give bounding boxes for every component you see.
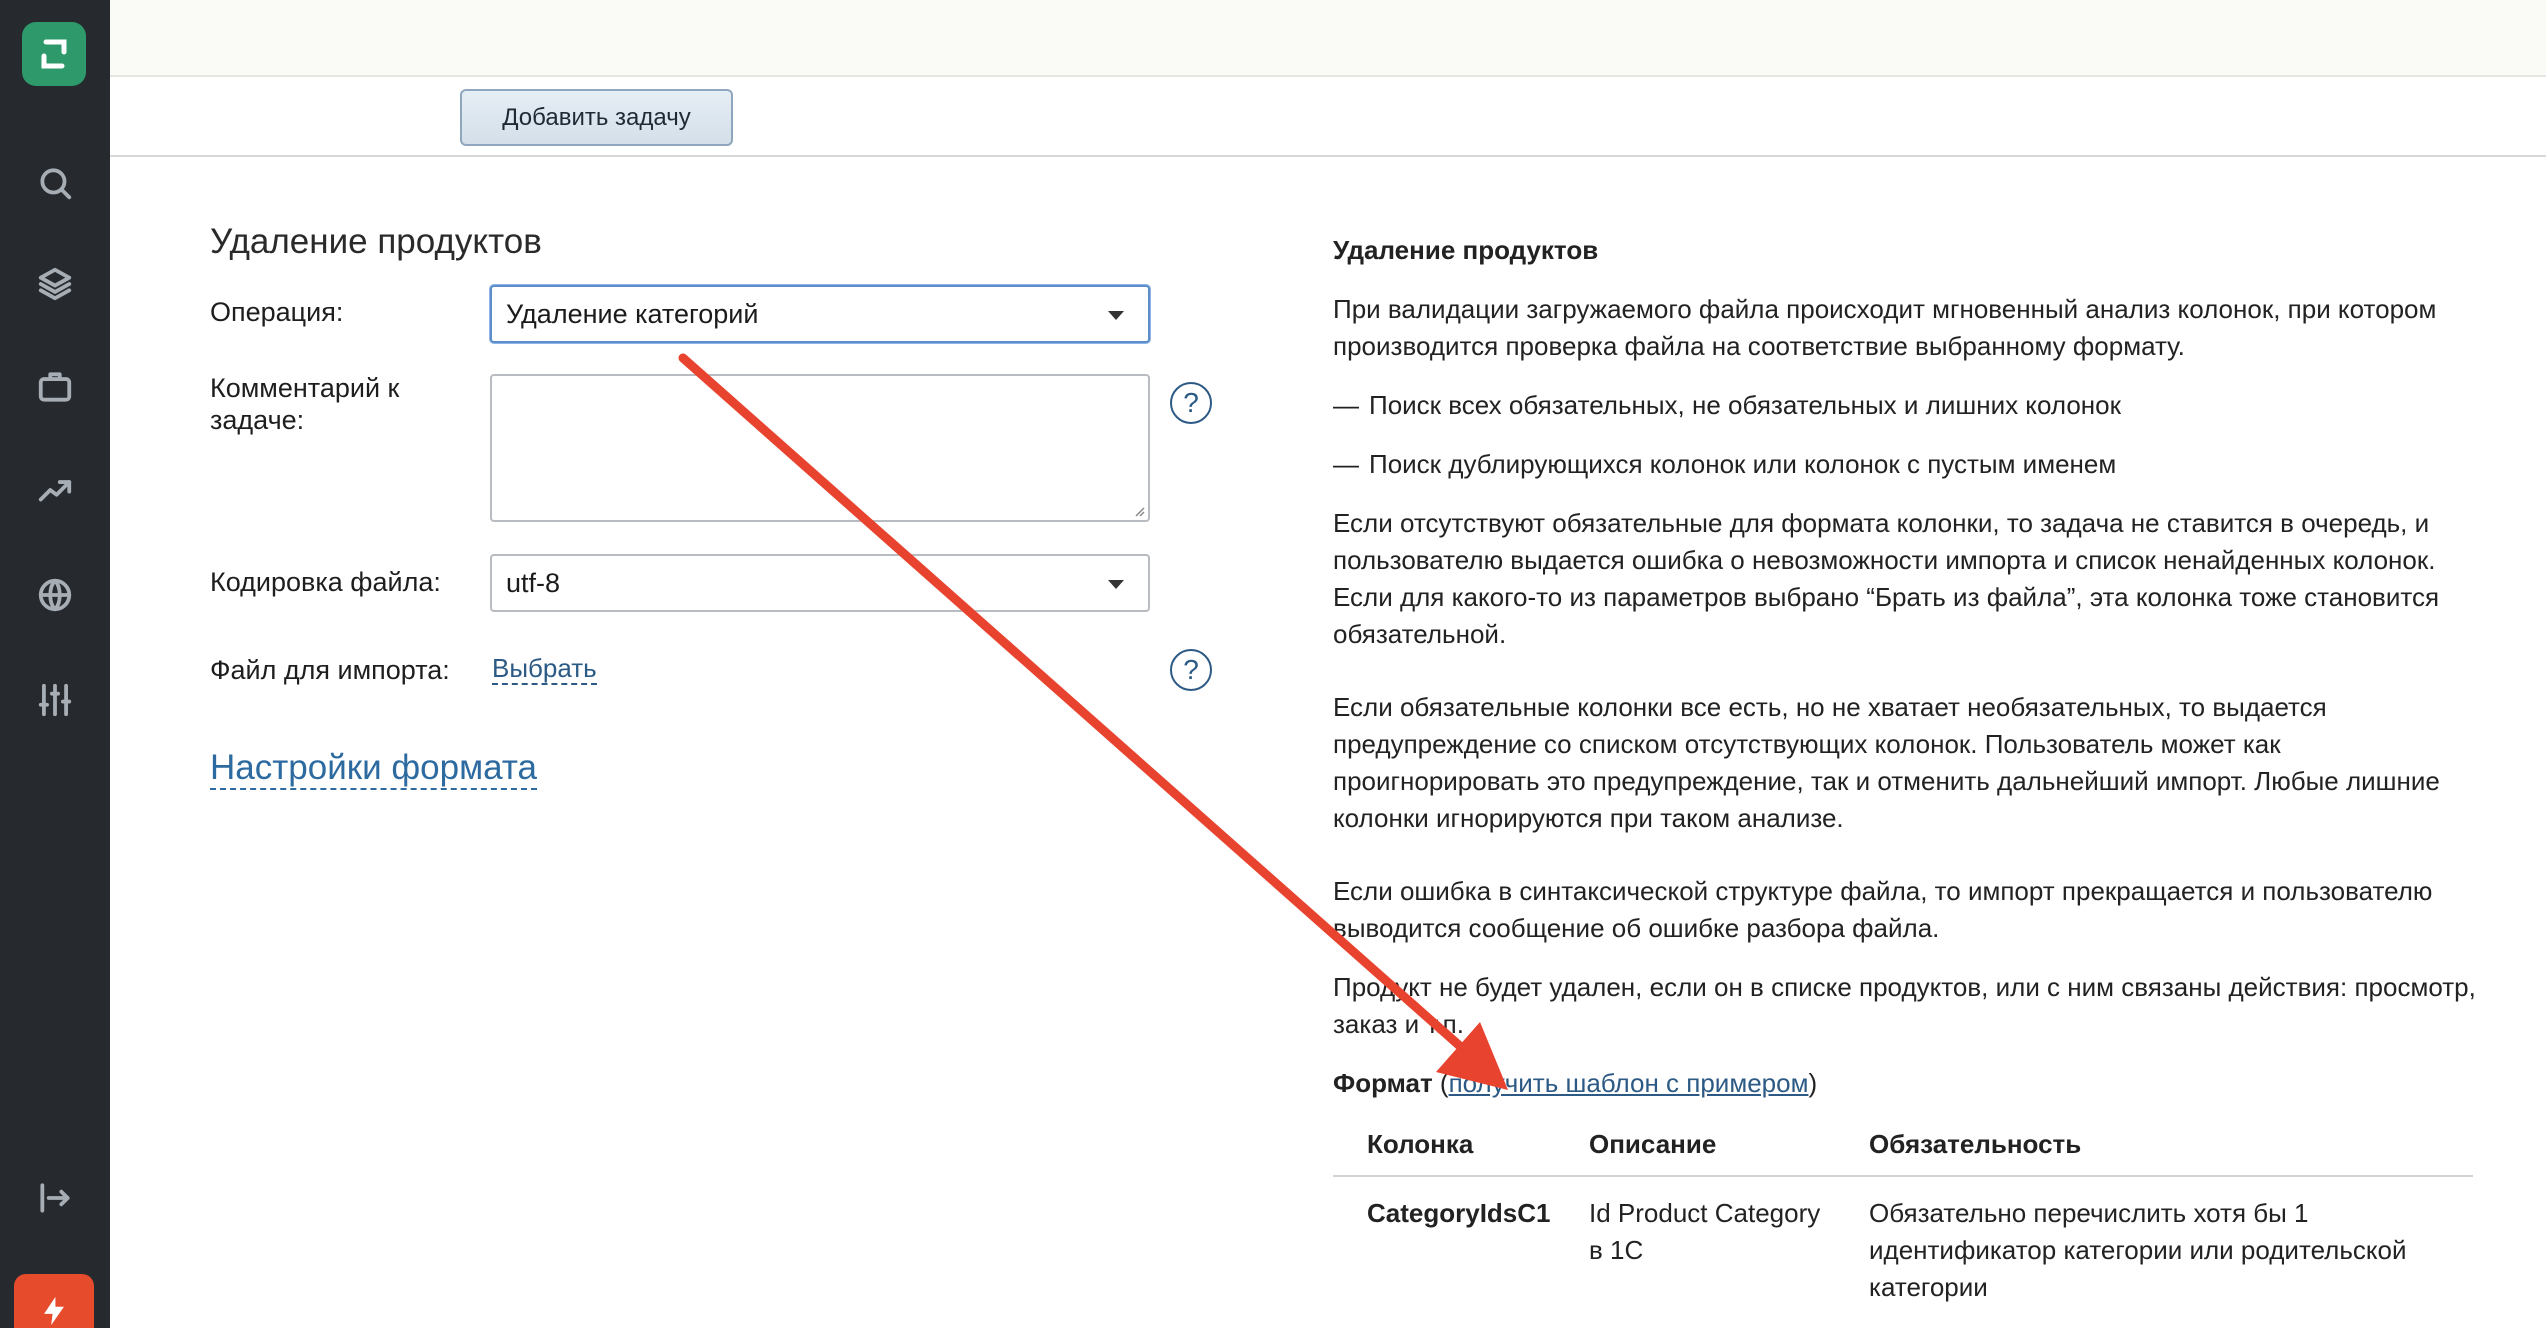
column-header: Описание xyxy=(1555,1120,1835,1177)
help-paragraph: Если обязательные колонки все есть, но н… xyxy=(1333,692,2440,833)
list-item: — Поиск всех обязательных, не обязательн… xyxy=(1333,387,2483,424)
help-panel: Удаление продуктов При валидации загружа… xyxy=(1333,232,2483,1306)
operation-value: Удаление категорий xyxy=(506,298,759,329)
globe-icon[interactable] xyxy=(25,565,85,625)
format-table: Колонка Описание Обязательность Category… xyxy=(1333,1120,2473,1306)
caret-down-icon xyxy=(1108,311,1124,320)
file-label: Файл для импорта: xyxy=(210,655,450,685)
encoding-label: Кодировка файла: xyxy=(210,567,441,597)
template-link[interactable]: получить шаблон с примером xyxy=(1449,1068,1809,1098)
logout-icon[interactable] xyxy=(25,1168,85,1228)
briefcase-icon[interactable] xyxy=(25,357,85,417)
bullet-text: Поиск всех обязательных, не обязательных… xyxy=(1369,390,2121,420)
comment-textarea[interactable] xyxy=(490,374,1150,522)
column-header: Колонка xyxy=(1333,1120,1555,1177)
help-intro: При валидации загружаемого файла происхо… xyxy=(1333,294,2437,361)
sidebar xyxy=(0,0,110,1328)
caret-down-icon xyxy=(1108,580,1124,589)
add-task-button[interactable]: Добавить задачу xyxy=(460,89,733,146)
bolt-button[interactable] xyxy=(14,1274,94,1328)
sliders-icon[interactable] xyxy=(25,670,85,730)
help-paragraph: Если ошибка в синтаксической структуре ф… xyxy=(1333,876,2433,943)
comment-label: Комментарий к задаче: xyxy=(210,373,400,435)
help-title: Удаление продуктов xyxy=(1333,235,1599,265)
encoding-select[interactable]: utf-8 xyxy=(490,554,1150,612)
search-icon[interactable] xyxy=(25,153,85,213)
layers-icon[interactable] xyxy=(25,254,85,314)
column-header: Обязательность xyxy=(1835,1120,2473,1177)
format-heading: Формат (получить шаблон с примером) xyxy=(1333,1068,1818,1098)
bolt-icon xyxy=(44,1296,64,1326)
toolbar: Добавить задачу xyxy=(110,79,2546,157)
help-paragraph: Если отсутствуют обязательные для формат… xyxy=(1333,508,2440,649)
list-item: — Поиск дублирующихся колонок или колоно… xyxy=(1333,446,2483,483)
table-row: CategoryIdsC1 Id Product Category в 1С О… xyxy=(1333,1176,2473,1306)
trending-icon[interactable] xyxy=(25,460,85,520)
bullet-text: Поиск дублирующихся колонок или колонок … xyxy=(1369,449,2117,479)
operation-select[interactable]: Удаление категорий xyxy=(490,285,1150,343)
help-icon[interactable]: ? xyxy=(1170,382,1212,424)
table-header-row: Колонка Описание Обязательность xyxy=(1333,1120,2473,1177)
table-cell-column: CategoryIdsC1 xyxy=(1367,1198,1551,1228)
operation-label: Операция: xyxy=(210,297,344,327)
top-bar xyxy=(110,0,2546,77)
table-cell-description: Id Product Category в 1С xyxy=(1589,1198,1821,1265)
resize-grip-icon[interactable] xyxy=(1131,503,1145,517)
table-cell-required: Обязательно перечислить хотя бы 1 иденти… xyxy=(1869,1198,2407,1302)
format-settings-link[interactable]: Настройки формата xyxy=(210,748,537,790)
form-title: Удаление продуктов xyxy=(210,222,542,261)
choose-file-link[interactable]: Выбрать xyxy=(492,653,597,685)
format-label: Формат xyxy=(1333,1068,1433,1098)
help-paragraph: Продукт не будет удален, если он в списк… xyxy=(1333,972,2476,1039)
help-icon[interactable]: ? xyxy=(1170,649,1212,691)
logo-icon[interactable] xyxy=(22,22,86,86)
encoding-value: utf-8 xyxy=(506,567,561,598)
